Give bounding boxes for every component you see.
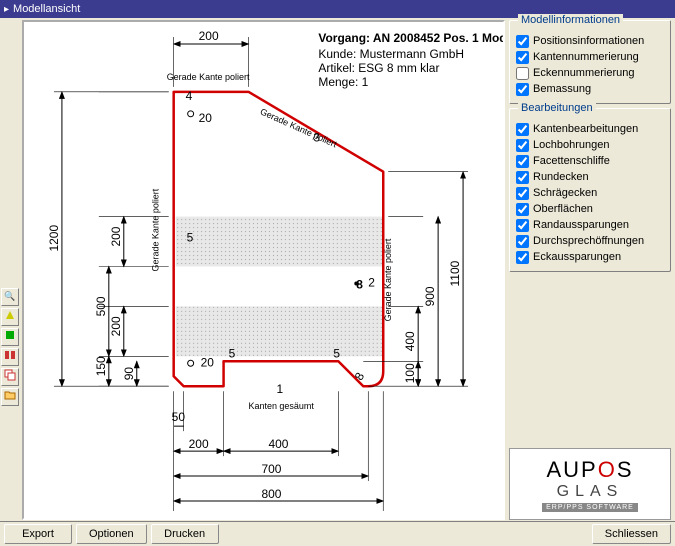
svg-text:200: 200 bbox=[109, 316, 123, 336]
svg-text:200: 200 bbox=[189, 437, 209, 451]
svg-text:500: 500 bbox=[94, 296, 108, 316]
checkbox-input[interactable] bbox=[516, 155, 529, 168]
svg-text:5: 5 bbox=[187, 231, 194, 245]
checkbox-label: Durchsprechöffnungen bbox=[533, 235, 644, 247]
drawing-canvas: Vorgang: AN 2008452 Pos. 1 Mod. 3 Kunde:… bbox=[22, 20, 505, 520]
group-processing: Kantenbearbeitungen Lochbohrungen Facetten… bbox=[509, 108, 671, 272]
triangle-icon[interactable] bbox=[1, 308, 19, 326]
svg-text:Artikel: ESG 8 mm klar: Artikel: ESG 8 mm klar bbox=[318, 61, 439, 75]
svg-text:90: 90 bbox=[122, 367, 136, 381]
svg-text:200: 200 bbox=[109, 226, 123, 246]
svg-text:Gerade Kante poliert: Gerade Kante poliert bbox=[259, 107, 339, 150]
svg-text:150: 150 bbox=[94, 356, 108, 376]
checkbox-label: Schrägecken bbox=[533, 187, 597, 199]
checkbox-bemassung[interactable]: Bemassung bbox=[516, 81, 664, 97]
svg-text:20: 20 bbox=[201, 355, 215, 369]
checkbox-input[interactable] bbox=[516, 123, 529, 136]
window-title: Modellansicht bbox=[13, 3, 80, 15]
surface-a bbox=[176, 217, 384, 267]
svg-text:100: 100 bbox=[403, 363, 417, 383]
checkbox-input[interactable] bbox=[516, 171, 529, 184]
split-icon[interactable] bbox=[1, 348, 19, 366]
side-toolbar: 🔍 bbox=[0, 18, 20, 522]
checkbox-input[interactable] bbox=[516, 203, 529, 216]
checkbox-label: Kantenbearbeitungen bbox=[533, 123, 638, 135]
svg-text:Menge: 1: Menge: 1 bbox=[318, 75, 368, 89]
square-icon[interactable] bbox=[1, 328, 19, 346]
svg-text:5: 5 bbox=[229, 346, 236, 360]
group-modelinfo: Positionsinformationen Kantennummerierung… bbox=[509, 20, 671, 104]
checkbox-randaussparungen[interactable]: Randaussparungen bbox=[516, 217, 664, 233]
svg-text:Kunde: Mustermann GmbH: Kunde: Mustermann GmbH bbox=[318, 47, 464, 61]
checkbox-oberfl-chen[interactable]: Oberflächen bbox=[516, 201, 664, 217]
checkbox-label: Lochbohrungen bbox=[533, 139, 609, 151]
checkbox-label: Kantennummerierung bbox=[533, 51, 639, 63]
close-button[interactable]: Schliessen bbox=[592, 524, 671, 544]
svg-text:4: 4 bbox=[186, 89, 193, 103]
svg-text:200: 200 bbox=[199, 29, 219, 43]
checkbox-label: Oberflächen bbox=[533, 203, 593, 215]
checkbox-input[interactable] bbox=[516, 51, 529, 64]
checkbox-input[interactable] bbox=[516, 235, 529, 248]
checkbox-input[interactable] bbox=[516, 219, 529, 232]
svg-text:1: 1 bbox=[276, 382, 283, 396]
checkbox-label: Rundecken bbox=[533, 171, 589, 183]
checkbox-kantenbearbeitungen[interactable]: Kantenbearbeitungen bbox=[516, 121, 664, 137]
svg-text:2: 2 bbox=[368, 275, 375, 289]
checkbox-label: Eckaussparungen bbox=[533, 251, 621, 263]
svg-text:20: 20 bbox=[199, 111, 213, 125]
checkbox-facettenschliffe[interactable]: Facettenschliffe bbox=[516, 153, 664, 169]
svg-text:700: 700 bbox=[261, 462, 281, 476]
svg-text:Kanten gesäumt: Kanten gesäumt bbox=[249, 401, 315, 411]
surface-b bbox=[176, 306, 384, 356]
hole-2 bbox=[188, 360, 194, 366]
checkbox-input[interactable] bbox=[516, 187, 529, 200]
checkbox-label: Positionsinformationen bbox=[533, 35, 644, 47]
svg-text:8: 8 bbox=[352, 370, 368, 383]
checkbox-label: Facettenschliffe bbox=[533, 155, 610, 167]
options-button[interactable]: Optionen bbox=[76, 524, 147, 544]
print-button[interactable]: Drucken bbox=[151, 524, 219, 544]
app-icon: ▸ bbox=[4, 4, 9, 15]
svg-text:50: 50 bbox=[172, 410, 186, 424]
checkbox-input[interactable] bbox=[516, 67, 529, 80]
checkbox-label: Randaussparungen bbox=[533, 219, 629, 231]
logo: AUPOS GLAS ERP/PPS SOFTWARE bbox=[509, 448, 671, 520]
checkbox-positionsinformationen[interactable]: Positionsinformationen bbox=[516, 33, 664, 49]
checkbox-rundecken[interactable]: Rundecken bbox=[516, 169, 664, 185]
svg-text:1100: 1100 bbox=[448, 260, 462, 286]
hole-1 bbox=[188, 111, 194, 117]
search-icon[interactable]: 🔍 bbox=[1, 288, 19, 306]
checkbox-lochbohrungen[interactable]: Lochbohrungen bbox=[516, 137, 664, 153]
checkbox-input[interactable] bbox=[516, 251, 529, 264]
svg-text:800: 800 bbox=[261, 487, 281, 501]
checkbox-input[interactable] bbox=[516, 139, 529, 152]
checkbox-kantennummerierung[interactable]: Kantennummerierung bbox=[516, 49, 664, 65]
svg-text:900: 900 bbox=[423, 286, 437, 306]
checkbox-label: Eckennummerierung bbox=[533, 67, 635, 79]
checkbox-schr-gecken[interactable]: Schrägecken bbox=[516, 185, 664, 201]
button-bar: Export Optionen Drucken Schliessen bbox=[0, 521, 675, 546]
checkbox-eckennummerierung[interactable]: Eckennummerierung bbox=[516, 65, 664, 81]
svg-text:Gerade Kante poliert: Gerade Kante poliert bbox=[383, 238, 393, 321]
drawing-title: Vorgang: AN 2008452 Pos. 1 Mod. 3 bbox=[318, 31, 503, 45]
copy-icon[interactable] bbox=[1, 368, 19, 386]
checkbox-label: Bemassung bbox=[533, 83, 591, 95]
checkbox-eckaussparungen[interactable]: Eckaussparungen bbox=[516, 249, 664, 265]
svg-text:400: 400 bbox=[268, 437, 288, 451]
export-button[interactable]: Export bbox=[4, 524, 72, 544]
svg-text:1200: 1200 bbox=[47, 225, 61, 252]
svg-text:5: 5 bbox=[333, 346, 340, 360]
svg-text:Gerade Kante poliert: Gerade Kante poliert bbox=[167, 72, 250, 82]
checkbox-input[interactable] bbox=[516, 83, 529, 96]
svg-text:400: 400 bbox=[403, 331, 417, 351]
folder-icon[interactable] bbox=[1, 388, 19, 406]
svg-text:Gerade Kante poliert: Gerade Kante poliert bbox=[151, 188, 161, 271]
svg-text:8: 8 bbox=[356, 277, 363, 291]
checkbox-durchsprech-ffnungen[interactable]: Durchsprechöffnungen bbox=[516, 233, 664, 249]
checkbox-input[interactable] bbox=[516, 35, 529, 48]
